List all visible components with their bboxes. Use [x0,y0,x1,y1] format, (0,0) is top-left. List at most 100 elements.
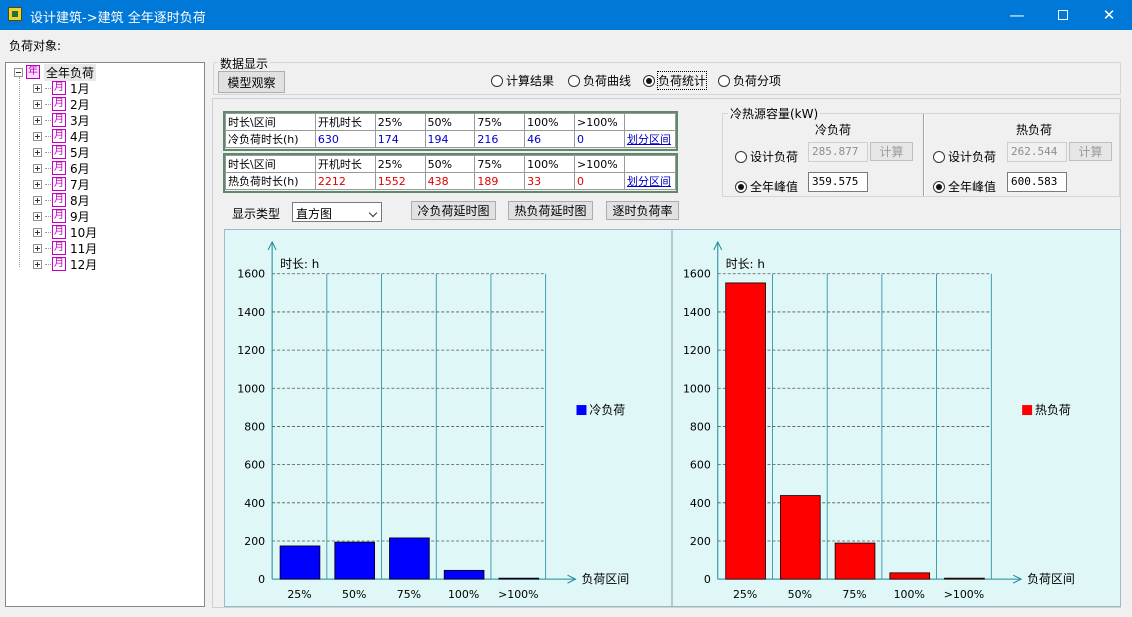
y-tick-label: 600 [244,459,265,472]
minimize-button[interactable]: — [994,0,1040,30]
expand-icon[interactable] [33,131,42,141]
bar [834,542,876,580]
tree-item-month[interactable]: 月 2月 [33,96,90,112]
y-tick-label: 800 [244,420,265,433]
value-cell: 216 [474,130,526,148]
expand-icon[interactable] [33,179,42,189]
header-cell: 开机时长 [314,155,376,173]
tree-item-month[interactable]: 月 8月 [33,192,90,208]
y-tick-label: 200 [690,535,711,548]
y-axis-label: 时长: h [280,257,319,271]
header-cell: 25% [374,113,426,131]
y-tick-label: 1600 [237,268,265,281]
tree-item-label: 1月 [70,81,90,96]
cool-peak-value[interactable]: 359.575 [808,172,868,192]
tree-item-root[interactable]: 年 全年负荷 [14,63,97,81]
radio-circle-selected [735,180,747,193]
tree-item-month[interactable]: 月 7月 [33,176,90,192]
radio-load-items[interactable]: 负荷分项 [718,72,781,89]
maximize-button[interactable] [1040,0,1086,30]
close-icon: ✕ [1102,6,1116,24]
bar [334,541,375,580]
tree-item-month[interactable]: 月 5月 [33,144,90,160]
x-tick-label: 100% [894,588,925,601]
y-tick-label: 400 [690,497,711,510]
radio-label: 全年峰值 [750,180,799,194]
expand-icon[interactable] [33,211,42,221]
radio-heat-peak[interactable]: 全年峰值 [933,178,996,195]
display-type-select[interactable]: 直方图 [292,202,382,222]
expand-icon[interactable] [33,163,42,173]
cool-stats-table: 时长\区间 开机时长 25% 50% 75% 100% >100% 冷负荷时长(… [225,113,677,148]
radio-circle [718,74,730,87]
split-interval-link[interactable]: 划分区间 [623,172,677,190]
header-cell: >100% [574,113,625,131]
month-icon: 月 [52,97,66,111]
tree-connector [45,183,51,185]
heat-delay-chart-button[interactable]: 热负荷延时图 [508,201,593,220]
expand-icon[interactable] [33,147,42,157]
radio-cool-peak[interactable]: 全年峰值 [735,178,798,195]
value-cell: 438 [424,172,476,190]
radio-load-curve[interactable]: 负荷曲线 [568,72,631,89]
x-tick-label: 75% [842,588,866,601]
y-tick-label: 1000 [683,382,711,395]
expand-icon[interactable] [33,227,42,237]
heat-load-chart: 0 200 400 600 800 1000 1200 1400 1600 时长: h 负荷区间 25… [683,240,1075,601]
bar [389,537,430,580]
tree-item-month[interactable]: 月 3月 [33,112,90,128]
split-interval-link[interactable]: 划分区间 [623,130,677,148]
legend-swatch [1022,405,1033,416]
value-cell: 1552 [374,172,426,190]
tree-item-month[interactable]: 月 6月 [33,160,90,176]
tree-item-month[interactable]: 月 4月 [33,128,90,144]
radio-heat-design[interactable]: 设计负荷 [933,148,996,165]
x-tick-label: 50% [788,588,812,601]
load-tree[interactable]: 年 全年负荷 月 1月月 2月月 3月月 4月月 5月月 6月月 7月月 8月月 9月月 10月月 1… [5,62,205,607]
tree-connector [45,151,51,153]
radio-calc-result[interactable]: 计算结果 [491,72,554,89]
expand-icon[interactable] [33,83,42,93]
capacity-title: 冷热源容量(kW) [728,105,821,122]
tree-guide-line [19,77,20,267]
cool-design-value[interactable]: 285.877 [808,142,868,162]
legend-swatch [576,405,587,416]
expand-icon[interactable] [33,259,42,269]
radio-cool-design[interactable]: 设计负荷 [735,148,798,165]
y-tick-label: 1400 [237,306,265,319]
cool-delay-chart-button[interactable]: 冷负荷延时图 [411,201,496,220]
header-cell: 100% [524,155,576,173]
close-button[interactable]: ✕ [1086,0,1132,30]
expand-icon[interactable] [33,99,42,109]
value-cell: 0 [574,130,625,148]
tree-item-label: 5月 [70,145,90,160]
bar [498,577,540,580]
expand-icon[interactable] [33,243,42,253]
minimize-icon: — [1009,6,1025,24]
x-axis-label: 负荷区间 [581,572,629,586]
header-cell: 50% [424,155,476,173]
x-tick-label: 25% [733,588,757,601]
value-cell: 194 [424,130,476,148]
heat-calc-button[interactable]: 计算 [1069,142,1112,161]
hourly-load-rate-button[interactable]: 逐时负荷率 [606,201,679,220]
header-cell: 75% [474,113,526,131]
tree-item-month[interactable]: 月 1月 [33,80,90,96]
tree-item-month[interactable]: 月 12月 [33,256,97,272]
model-view-button[interactable]: 模型观察 [218,71,285,93]
heat-design-value[interactable]: 262.544 [1007,142,1067,162]
radio-load-stats[interactable]: 负荷统计 [643,71,708,90]
cool-calc-button[interactable]: 计算 [870,142,913,161]
y-tick-label: 600 [690,459,711,472]
radio-label: 计算结果 [506,74,555,88]
value-cell: 46 [524,130,575,148]
tree-item-month[interactable]: 月 9月 [33,208,90,224]
tree-item-month[interactable]: 月 10月 [33,224,97,240]
expand-icon[interactable] [33,195,42,205]
expand-icon[interactable] [33,115,42,125]
heat-peak-value[interactable]: 600.583 [1007,172,1067,192]
tree-item-month[interactable]: 月 11月 [33,240,97,256]
tree-connector [45,135,51,137]
x-tick-label: >100% [498,588,538,601]
collapse-icon[interactable] [14,67,23,77]
